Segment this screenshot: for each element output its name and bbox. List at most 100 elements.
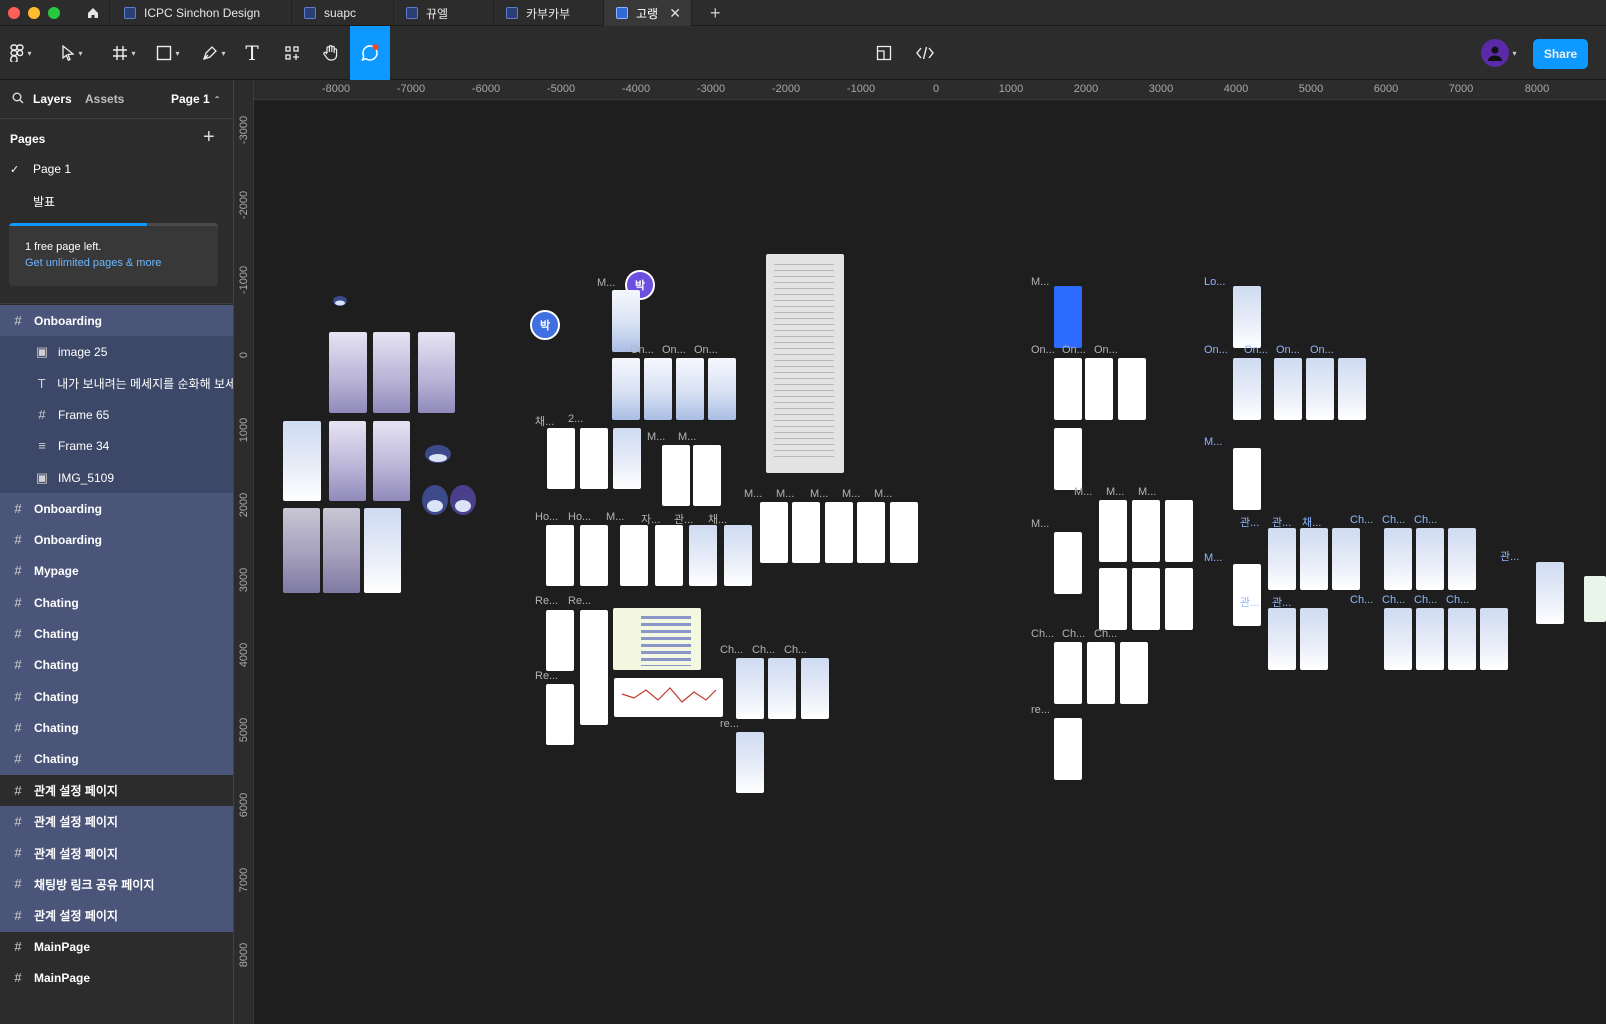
page-item-presentation[interactable]: 발표 xyxy=(0,185,233,217)
screen-frame[interactable] xyxy=(890,502,918,563)
frame-label[interactable]: Lo... xyxy=(1204,276,1225,288)
screen-frame[interactable] xyxy=(1268,528,1296,590)
background-frame[interactable] xyxy=(329,421,366,501)
screen-frame[interactable] xyxy=(1118,358,1146,420)
background-frame[interactable] xyxy=(373,421,410,501)
blue-frame[interactable] xyxy=(1054,286,1082,348)
frame-label[interactable]: Re... xyxy=(535,670,558,682)
layer-item[interactable]: # 관계 설정 페이지 xyxy=(0,837,233,870)
screen-frame[interactable] xyxy=(1384,608,1412,670)
screen-frame[interactable] xyxy=(801,658,829,719)
screen-frame[interactable] xyxy=(724,525,752,586)
frame-label[interactable]: M... xyxy=(810,488,828,500)
frame-label[interactable]: M... xyxy=(597,277,615,289)
layer-item[interactable]: ▣ image 25 xyxy=(0,336,233,369)
frame-label[interactable]: M... xyxy=(1204,552,1222,564)
screen-frame[interactable] xyxy=(1448,608,1476,670)
layer-item[interactable]: # 관계 설정 페이지 xyxy=(0,805,233,838)
layer-item[interactable]: # 관계 설정 페이지 xyxy=(0,899,233,932)
table-frame[interactable] xyxy=(613,608,701,670)
layer-item[interactable]: ▣ IMG_5109 xyxy=(0,461,233,494)
frame-label[interactable]: On... xyxy=(1244,344,1268,356)
frame-label[interactable]: 채... xyxy=(1302,514,1321,530)
layer-item[interactable]: # Chating xyxy=(0,586,233,619)
screen-frame[interactable] xyxy=(1300,528,1328,590)
screen-frame[interactable] xyxy=(546,610,574,671)
onboarding-frame[interactable] xyxy=(373,332,410,413)
screen-frame[interactable] xyxy=(644,358,672,420)
screen-frame[interactable] xyxy=(825,502,853,563)
frame-label[interactable]: Re... xyxy=(535,595,558,607)
screen-frame[interactable] xyxy=(689,525,717,586)
frame-label[interactable]: Ch... xyxy=(1031,628,1054,640)
frame-label[interactable]: M... xyxy=(874,488,892,500)
screen-frame[interactable] xyxy=(792,502,820,563)
layer-item[interactable]: # Onboarding xyxy=(0,524,233,557)
screen-frame[interactable] xyxy=(613,428,641,489)
line-chart-frame[interactable] xyxy=(614,678,723,717)
design-canvas[interactable]: 박 박 M... On... On... On... 채... 2... M..… xyxy=(254,100,1606,1024)
frame-label[interactable]: On... xyxy=(1204,344,1228,356)
frame-label[interactable]: On... xyxy=(662,344,686,356)
layer-item[interactable]: # MainPage xyxy=(0,931,233,963)
screen-frame[interactable] xyxy=(612,358,640,420)
background-frame[interactable] xyxy=(323,508,360,593)
frame-label[interactable]: M... xyxy=(606,511,624,523)
page-selector[interactable]: Page 1 ⌃ xyxy=(171,92,220,106)
layer-item[interactable]: # Onboarding xyxy=(0,305,233,337)
frame-label[interactable]: 관... xyxy=(1272,514,1291,530)
layer-item[interactable]: # Onboarding xyxy=(0,492,233,525)
layer-item[interactable]: # Frame 65 xyxy=(0,398,233,431)
background-frame[interactable] xyxy=(364,508,401,593)
screen-frame[interactable] xyxy=(1099,568,1127,630)
frame-label[interactable]: On... xyxy=(694,344,718,356)
screen-frame[interactable] xyxy=(676,358,704,420)
close-window-button[interactable] xyxy=(8,7,20,19)
screen-frame[interactable] xyxy=(662,445,690,506)
frame-label[interactable]: 관... xyxy=(1500,548,1519,564)
frame-label[interactable]: 자... xyxy=(641,511,660,527)
frame-tool[interactable]: ▾ xyxy=(106,30,142,76)
frame-label[interactable]: M... xyxy=(647,431,665,443)
layer-item[interactable]: # Chating xyxy=(0,743,233,776)
screen-frame[interactable] xyxy=(1416,528,1444,590)
frame-label[interactable]: Ch... xyxy=(784,644,807,656)
frame-label[interactable]: Ho... xyxy=(568,511,591,523)
frame-label[interactable]: M... xyxy=(1106,486,1124,498)
tab-assets[interactable]: Assets xyxy=(85,92,124,106)
add-page-button[interactable]: + xyxy=(203,126,215,149)
screen-frame[interactable] xyxy=(1233,448,1261,510)
frame-label[interactable]: 채... xyxy=(708,511,727,527)
layer-item[interactable]: # Mypage xyxy=(0,555,233,588)
frame-label[interactable]: Ch... xyxy=(1446,594,1469,606)
background-frame[interactable] xyxy=(283,421,321,501)
frame-label[interactable]: 관... xyxy=(1272,594,1291,610)
background-frame[interactable] xyxy=(283,508,320,593)
frame-label[interactable]: M... xyxy=(744,488,762,500)
screen-frame[interactable] xyxy=(1233,286,1261,348)
search-layers-button[interactable] xyxy=(12,92,24,107)
screen-frame[interactable] xyxy=(546,525,574,586)
frame-label[interactable]: Ch... xyxy=(1414,514,1437,526)
frame-label[interactable]: Ch... xyxy=(1414,594,1437,606)
frame-label[interactable]: 관... xyxy=(674,511,693,527)
tab-suapc[interactable]: suapc xyxy=(292,0,394,26)
screen-frame[interactable] xyxy=(1384,528,1412,590)
frame-label[interactable]: M... xyxy=(1138,486,1156,498)
frame-label[interactable]: Ch... xyxy=(720,644,743,656)
layer-item[interactable]: T 내가 보내려는 메세지를 순화해 보세... xyxy=(0,367,233,400)
screen-frame[interactable] xyxy=(1448,528,1476,590)
frame-label[interactable]: M... xyxy=(1074,486,1092,498)
tab-layers[interactable]: Layers xyxy=(33,92,72,106)
screen-frame[interactable] xyxy=(1480,608,1508,670)
layer-item[interactable]: ≡ Frame 34 xyxy=(0,430,233,463)
screen-frame[interactable] xyxy=(1233,358,1261,420)
screen-frame[interactable] xyxy=(1054,718,1082,780)
dev-mode-button[interactable] xyxy=(910,30,940,76)
main-menu-button[interactable]: ▾ xyxy=(6,30,36,76)
screen-frame[interactable] xyxy=(580,428,608,489)
pen-tool[interactable]: ▾ xyxy=(196,30,232,76)
screen-frame[interactable] xyxy=(693,445,721,506)
screen-frame[interactable] xyxy=(1306,358,1334,420)
frame-label[interactable]: Ch... xyxy=(1350,594,1373,606)
